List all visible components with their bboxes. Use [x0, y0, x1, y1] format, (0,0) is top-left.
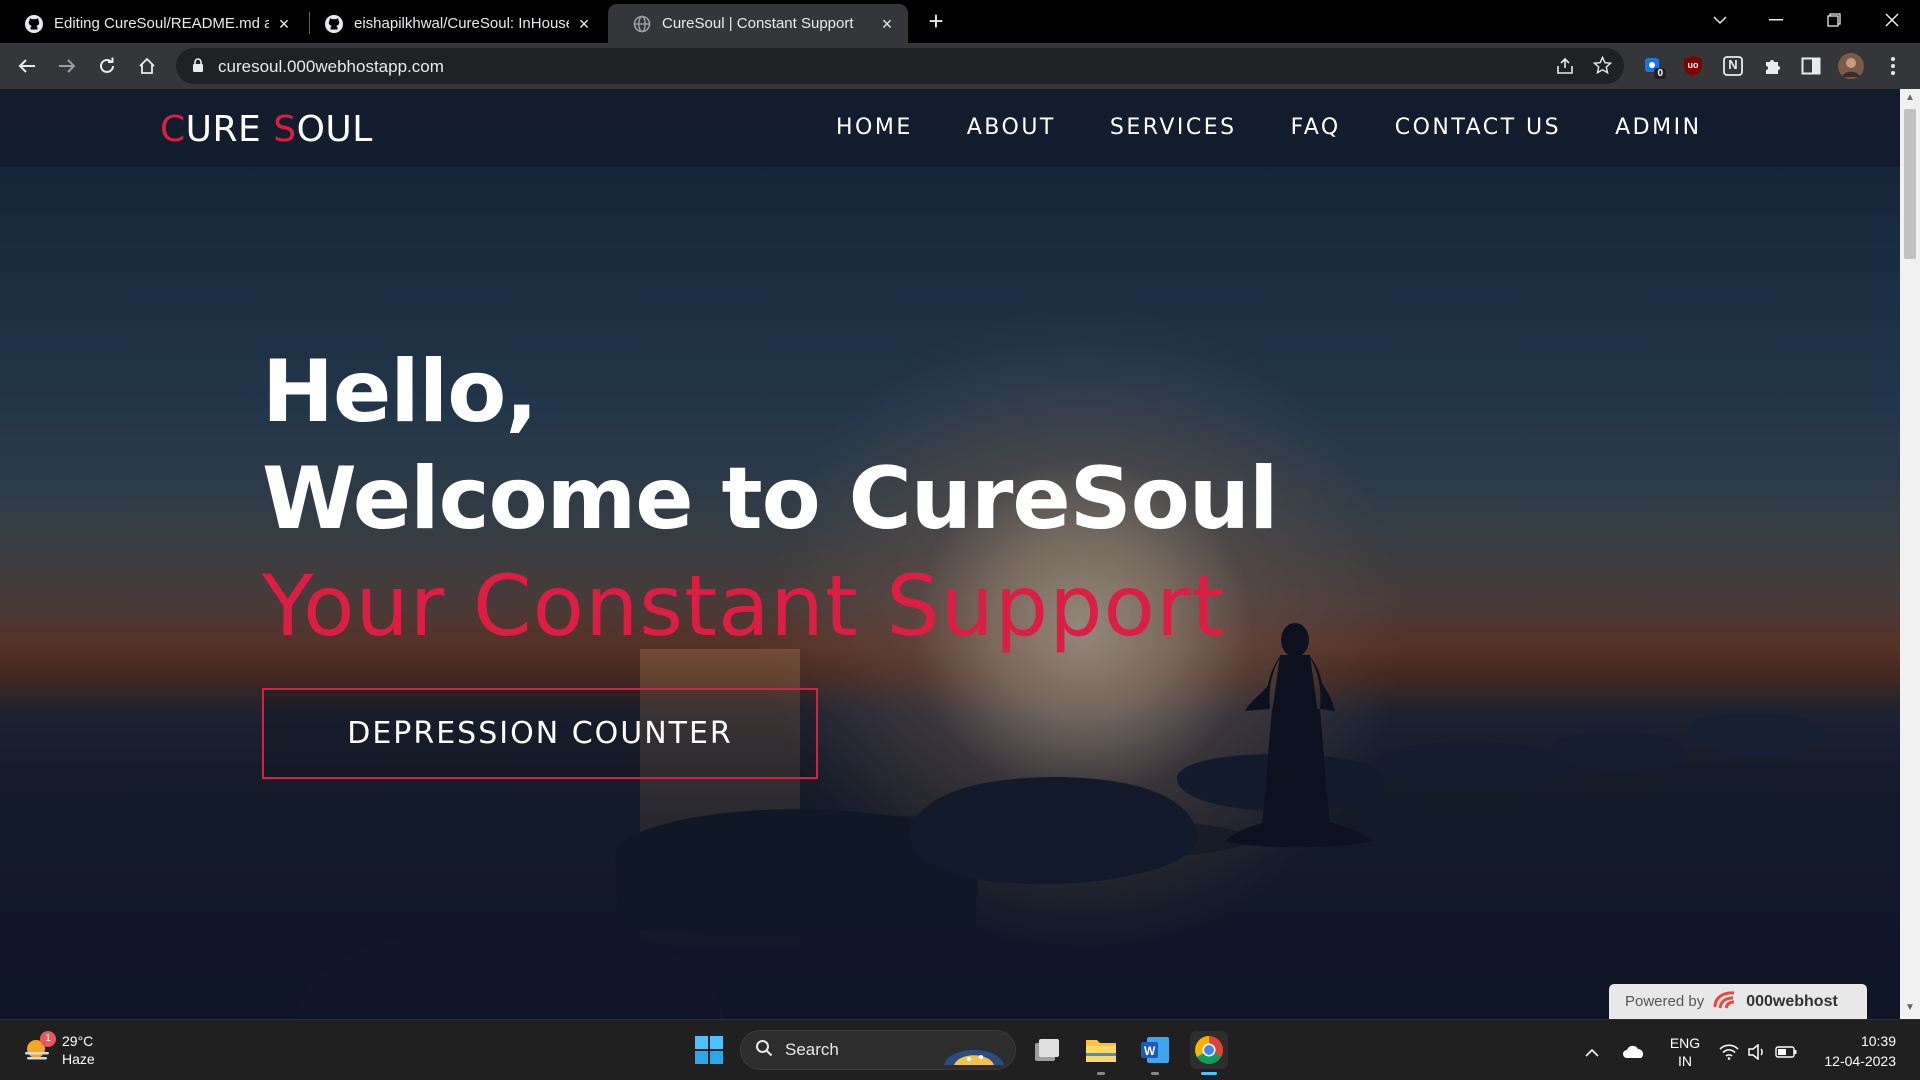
running-indicator [1151, 1072, 1159, 1075]
chevron-up-icon[interactable] [1580, 1032, 1604, 1072]
powered-by-badge[interactable]: Powered by 000webhost [1609, 984, 1867, 1019]
globe-icon [632, 14, 652, 34]
github-icon [24, 14, 44, 34]
tab-curesoul-site[interactable]: CureSoul | Constant Support × [608, 4, 908, 43]
nav-about[interactable]: ABOUT [967, 115, 1056, 140]
taskbar-clock[interactable]: 10:39 12-04-2023 [1824, 1031, 1896, 1071]
bookmark-star-icon[interactable] [1592, 55, 1613, 80]
puzzle-extensions-icon[interactable] [1760, 53, 1786, 79]
tab-title: CureSoul | Constant Support [662, 15, 854, 32]
ublock-icon[interactable]: uo [1680, 53, 1706, 79]
page-viewport: CURE SOUL HOME ABOUT SERVICES FAQ CONTAC… [0, 89, 1920, 1019]
webhost-logo-icon [1712, 989, 1738, 1015]
kebab-menu-icon[interactable] [1880, 53, 1906, 79]
windows-start-icon[interactable] [690, 1031, 728, 1069]
scrollbar-thumb[interactable] [1904, 109, 1916, 259]
notion-label: N [1728, 57, 1738, 72]
scroll-up-icon[interactable]: ▲ [1905, 93, 1915, 103]
logo-ure: URE [185, 109, 274, 150]
running-indicator [1097, 1072, 1105, 1075]
close-window-icon[interactable] [1864, 0, 1920, 40]
nav-faq[interactable]: FAQ [1291, 115, 1341, 140]
url-text: curesoul.000webhostapp.com [218, 57, 444, 76]
weather-haze-icon: 1 [22, 1031, 56, 1065]
nav-contact-us[interactable]: CONTACT US [1395, 115, 1561, 140]
side-panel-icon[interactable] [1798, 53, 1824, 79]
tab-curesoul-repo[interactable]: eishapilkhwal/CureSoul: InHouse × [300, 4, 605, 43]
wifi-icon[interactable] [1716, 1032, 1742, 1072]
browser-toolbar: curesoul.000webhostapp.com 0 uo N [0, 43, 1920, 89]
weather-condition: Haze [62, 1051, 95, 1067]
github-icon [324, 14, 344, 34]
home-icon[interactable] [132, 51, 162, 81]
logo-letter-c: C [160, 109, 186, 150]
clock-time: 10:39 [1860, 1033, 1896, 1049]
windows-taskbar: 1 29°C Haze Search W ENG IN 10:39 12-04-… [0, 1019, 1920, 1080]
browser-tab-strip: Editing CureSoul/README.md at × eishapil… [0, 0, 1920, 43]
ublock-label: uo [1687, 60, 1699, 70]
search-icon [755, 1039, 773, 1062]
tab-title: eishapilkhwal/CureSoul: InHouse [354, 15, 569, 32]
scroll-down-icon[interactable]: ▼ [1905, 1003, 1915, 1013]
page-scrollbar[interactable]: ▲ ▼ [1900, 89, 1920, 1019]
battery-icon[interactable] [1772, 1032, 1800, 1072]
weather-widget[interactable]: 1 29°C Haze [22, 1031, 95, 1068]
onedrive-cloud-icon[interactable] [1620, 1032, 1648, 1072]
active-indicator [1201, 1072, 1217, 1075]
hero-greeting: Hello, [262, 342, 538, 442]
nav-home[interactable]: HOME [836, 115, 913, 140]
restore-icon[interactable] [1806, 0, 1862, 40]
extension-badge-icon[interactable]: 0 [1640, 53, 1666, 79]
tab-editing-readme[interactable]: Editing CureSoul/README.md at × [0, 4, 305, 43]
region-code: IN [1678, 1053, 1692, 1069]
chrome-icon[interactable] [1190, 1031, 1228, 1075]
site-logo[interactable]: CURE SOUL [160, 109, 373, 150]
tab-search-chevron-icon[interactable] [1692, 0, 1748, 40]
share-icon[interactable] [1556, 57, 1574, 80]
hero-welcome: Welcome to CureSoul [262, 449, 1278, 549]
search-label: Search [785, 1040, 839, 1059]
depression-counter-button[interactable]: DEPRESSION COUNTER [262, 688, 818, 779]
nav-admin[interactable]: ADMIN [1615, 115, 1701, 140]
language-code: ENG [1669, 1035, 1701, 1051]
weather-temperature: 29°C [62, 1033, 94, 1049]
word-icon[interactable]: W [1136, 1031, 1174, 1075]
logo-oul: OUL [296, 109, 373, 150]
nav-menu: HOME ABOUT SERVICES FAQ CONTACT US ADMIN [836, 115, 1702, 140]
clock-date: 12-04-2023 [1824, 1053, 1896, 1069]
task-view-icon[interactable] [1028, 1031, 1066, 1069]
minimize-icon[interactable] [1748, 0, 1804, 40]
search-highlight-illustration-icon [939, 1035, 1009, 1070]
taskbar-search-box[interactable]: Search [740, 1030, 1016, 1070]
site-navbar: CURE SOUL HOME ABOUT SERVICES FAQ CONTAC… [0, 89, 1900, 167]
address-bar[interactable]: curesoul.000webhostapp.com [176, 48, 1624, 84]
hero-tagline: Your Constant Support [262, 557, 1226, 655]
file-explorer-icon[interactable] [1082, 1031, 1120, 1075]
volume-icon[interactable] [1744, 1032, 1770, 1072]
new-tab-button[interactable]: + [922, 8, 950, 36]
notion-icon[interactable]: N [1720, 53, 1746, 79]
forward-arrow-icon[interactable] [52, 51, 82, 81]
close-icon[interactable]: × [878, 15, 896, 33]
powered-by-label: Powered by [1625, 993, 1705, 1010]
lock-icon[interactable] [192, 58, 204, 78]
weather-alert-badge: 1 [40, 1031, 56, 1047]
close-icon[interactable]: × [275, 15, 293, 33]
hero-text: Hello, Welcome to CureSoul Your Constant… [262, 339, 1278, 660]
reload-icon[interactable] [92, 51, 122, 81]
nav-services[interactable]: SERVICES [1110, 115, 1237, 140]
close-icon[interactable]: × [575, 15, 593, 33]
avatar[interactable] [1838, 53, 1864, 79]
tab-title: Editing CureSoul/README.md at [54, 15, 269, 32]
back-arrow-icon[interactable] [12, 51, 42, 81]
svg-text:W: W [1144, 1044, 1156, 1058]
powered-by-brand: 000webhost [1746, 992, 1838, 1010]
logo-letter-s: S [273, 109, 297, 150]
language-indicator[interactable]: ENG IN [1660, 1032, 1710, 1072]
hero-section: CURE SOUL HOME ABOUT SERVICES FAQ CONTAC… [0, 89, 1900, 1019]
extension-count-badge: 0 [1654, 68, 1666, 79]
